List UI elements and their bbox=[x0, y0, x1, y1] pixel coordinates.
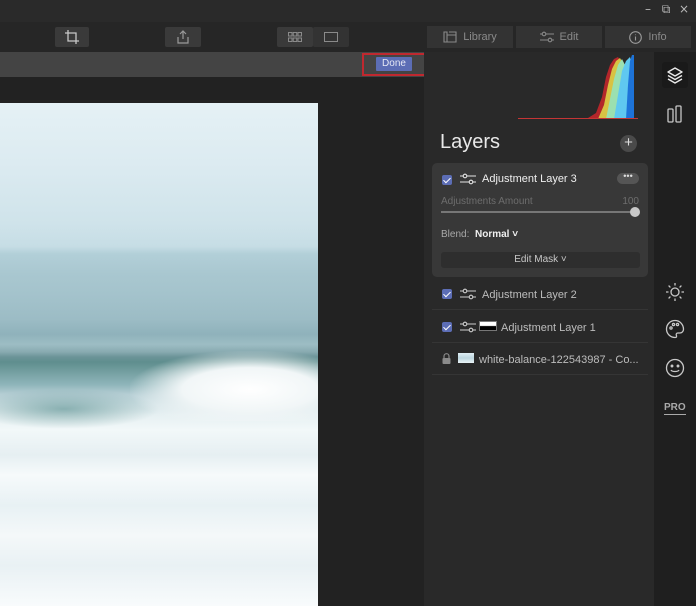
tab-info-label: Info bbox=[648, 31, 667, 43]
sliders-icon bbox=[539, 31, 554, 43]
layer-visibility-checkbox[interactable] bbox=[442, 289, 452, 299]
image-canvas[interactable] bbox=[0, 77, 424, 606]
layers-tool-button[interactable] bbox=[662, 62, 688, 88]
canvas-tool-button[interactable] bbox=[662, 101, 688, 127]
grid-icon bbox=[288, 32, 302, 42]
close-button[interactable]: × bbox=[678, 2, 690, 17]
palette-icon bbox=[665, 319, 685, 339]
creative-tool-button[interactable] bbox=[662, 316, 688, 342]
tab-library[interactable]: Library bbox=[427, 26, 513, 48]
layer-visibility-checkbox[interactable] bbox=[442, 175, 452, 185]
layer-row[interactable]: Adjustment Layer 1 bbox=[432, 311, 648, 343]
canvas-icon bbox=[667, 105, 682, 123]
done-button[interactable]: Done bbox=[376, 57, 412, 71]
lock-icon bbox=[442, 353, 451, 364]
sun-icon bbox=[666, 283, 684, 301]
tool-sidebar: PRO bbox=[654, 52, 696, 606]
adjustment-layer-icon bbox=[460, 321, 476, 333]
toolbar: Library Edit Info bbox=[0, 22, 696, 52]
layer-name: white-balance-122543987 - Co... bbox=[479, 354, 639, 366]
adjustment-layer-icon bbox=[460, 173, 476, 185]
library-icon bbox=[443, 31, 457, 43]
layer-more-button[interactable]: ••• bbox=[617, 172, 639, 184]
portrait-tool-button[interactable] bbox=[662, 355, 688, 381]
grid-view-button[interactable] bbox=[277, 27, 313, 47]
share-icon bbox=[177, 30, 189, 44]
pro-tool-button[interactable]: PRO bbox=[664, 402, 686, 415]
edit-mask-button[interactable]: Edit Mask ˅ bbox=[441, 252, 640, 268]
adjustments-amount-value: 100 bbox=[622, 196, 639, 207]
essentials-tool-button[interactable] bbox=[662, 279, 688, 305]
title-bar: – ⧉ × bbox=[0, 0, 696, 22]
active-layer-card[interactable]: Adjustment Layer 3 ••• Adjustments Amoun… bbox=[432, 163, 648, 277]
layer-name: Adjustment Layer 1 bbox=[501, 322, 596, 334]
smiley-icon bbox=[665, 358, 685, 378]
layer-row[interactable]: Adjustment Layer 2 bbox=[432, 278, 648, 310]
layer-visibility-checkbox[interactable] bbox=[442, 322, 452, 332]
crop-action-bar bbox=[0, 52, 428, 77]
minimize-button[interactable]: – bbox=[642, 2, 654, 17]
add-layer-button[interactable]: + bbox=[620, 135, 637, 152]
layers-panel: Layers + Adjustment Layer 3 ••• Adjustme… bbox=[424, 52, 654, 606]
share-button[interactable] bbox=[165, 27, 201, 47]
layers-title: Layers bbox=[440, 131, 501, 153]
image-layer-thumbnail bbox=[458, 353, 474, 363]
single-image-icon bbox=[324, 32, 338, 42]
layer-name: Adjustment Layer 2 bbox=[482, 289, 577, 301]
tab-info[interactable]: Info bbox=[605, 26, 691, 48]
crop-icon bbox=[65, 30, 79, 44]
adjustments-amount-slider[interactable] bbox=[441, 211, 635, 213]
restore-button[interactable]: ⧉ bbox=[660, 2, 672, 17]
ocean-photo bbox=[0, 103, 318, 606]
tab-edit[interactable]: Edit bbox=[516, 26, 602, 48]
adjustments-amount-slider-handle[interactable] bbox=[630, 207, 640, 217]
wave-crest bbox=[130, 351, 318, 421]
info-icon bbox=[629, 30, 643, 44]
single-view-button[interactable] bbox=[313, 27, 349, 47]
blend-mode-dropdown[interactable]: Normal ˅ bbox=[475, 229, 518, 240]
tab-edit-label: Edit bbox=[559, 31, 579, 43]
layer-name: Adjustment Layer 3 bbox=[482, 173, 577, 185]
tab-library-label: Library bbox=[463, 31, 497, 43]
adjustment-layer-icon bbox=[460, 288, 476, 300]
crop-tool-button[interactable] bbox=[55, 27, 89, 47]
adjustments-amount-label: Adjustments Amount bbox=[441, 196, 533, 207]
histogram bbox=[518, 55, 638, 119]
layers-icon bbox=[667, 67, 683, 84]
layer-mask-thumbnail bbox=[479, 321, 497, 331]
blend-label: Blend: bbox=[441, 229, 470, 240]
layer-row[interactable]: white-balance-122543987 - Co... bbox=[432, 343, 648, 375]
app-window: – ⧉ × Library Edit Info Done Layers + Ad… bbox=[0, 0, 696, 606]
